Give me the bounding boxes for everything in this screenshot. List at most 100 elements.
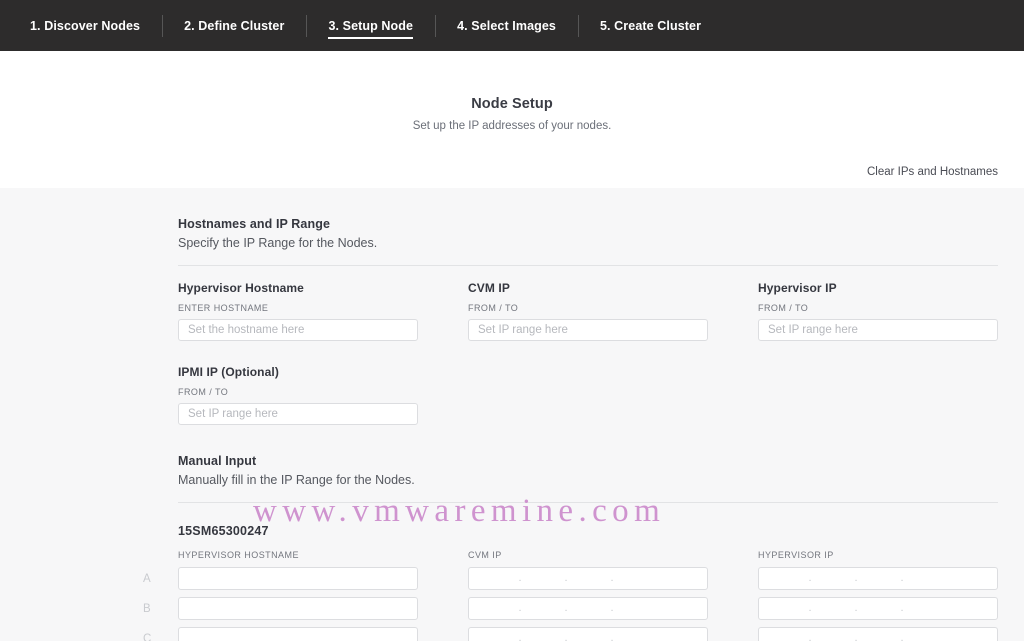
octet-1[interactable] (773, 628, 801, 641)
row-hypervisor-ip-input[interactable]: . . . (758, 567, 998, 590)
form-body: www.vmwaremine.com Hostnames and IP Rang… (0, 188, 1024, 641)
octet-separator: . (900, 572, 904, 584)
input-placeholder: Set IP range here (188, 408, 278, 420)
octet-4[interactable] (911, 628, 939, 641)
row-cvm-ip-input[interactable]: . . . (468, 597, 708, 620)
input-placeholder: Set IP range here (768, 324, 858, 336)
field-group-ipmi-ip: IPMI IP (Optional) FROM / TO Set IP rang… (178, 341, 998, 425)
wizard-step-label: 5. Create Cluster (599, 18, 702, 33)
input-placeholder: Set IP range here (478, 324, 568, 336)
wizard-step-label: 4. Select Images (457, 18, 556, 33)
octet-2[interactable] (819, 628, 847, 641)
octet-separator: . (518, 632, 522, 641)
wizard-nav: 1. Discover Nodes 2. Define Cluster 3. S… (0, 0, 1024, 51)
octet-separator: . (808, 632, 812, 641)
column-header-hypervisor-ip: HYPERVISOR IP (758, 550, 834, 560)
table-row: C . . . . . . (143, 627, 998, 641)
field-sublabel: FROM / TO (758, 303, 809, 313)
wizard-step-setup-node[interactable]: 3. Setup Node (306, 13, 435, 39)
octet-separator: . (610, 632, 614, 641)
field-sublabel: ENTER HOSTNAME (178, 303, 269, 313)
octet-2[interactable] (529, 598, 557, 619)
clear-ips-and-hostnames-button[interactable]: Clear IPs and Hostnames (867, 166, 998, 178)
octet-separator: . (564, 632, 568, 641)
octet-1[interactable] (483, 568, 511, 589)
field-sublabel: FROM / TO (468, 303, 519, 313)
row-cvm-ip-input[interactable]: . . . (468, 567, 708, 590)
octet-separator: . (518, 572, 522, 584)
octet-3[interactable] (575, 598, 603, 619)
hypervisor-hostname-input[interactable]: Set the hostname here (178, 319, 418, 341)
manual-input-section: Manual Input Manually fill in the IP Ran… (143, 425, 998, 641)
node-serial-number: 15SM65300247 (178, 524, 269, 538)
wizard-step-select-images[interactable]: 4. Select Images (435, 13, 578, 39)
table-row: A . . . . . . (143, 567, 998, 590)
field-title: CVM IP (468, 281, 510, 295)
row-letter: B (143, 602, 151, 615)
wizard-step-create-cluster[interactable]: 5. Create Cluster (577, 13, 723, 39)
octet-1[interactable] (483, 598, 511, 619)
octet-1[interactable] (773, 568, 801, 589)
wizard-step-label: 2. Define Cluster (184, 18, 285, 33)
octet-separator: . (900, 602, 904, 614)
field-title: Hypervisor IP (758, 281, 837, 295)
page-subtitle: Set up the IP addresses of your nodes. (412, 120, 612, 132)
octet-separator: . (900, 632, 904, 641)
row-letter: A (143, 572, 151, 585)
octet-separator: . (808, 572, 812, 584)
hypervisor-ip-range-input[interactable]: Set IP range here (758, 319, 998, 341)
table-row: B . . . . . . (143, 597, 998, 620)
octet-2[interactable] (529, 628, 557, 641)
octet-separator: . (518, 602, 522, 614)
octet-separator: . (854, 572, 858, 584)
wizard-step-label: 1. Discover Nodes (30, 18, 141, 33)
field-sublabel: FROM / TO (178, 387, 229, 397)
octet-4[interactable] (911, 568, 939, 589)
octet-2[interactable] (819, 598, 847, 619)
octet-1[interactable] (483, 628, 511, 641)
row-hypervisor-ip-input[interactable]: . . . (758, 597, 998, 620)
row-hypervisor-ip-input[interactable]: . . . (758, 627, 998, 641)
octet-3[interactable] (865, 628, 893, 641)
octet-separator: . (808, 602, 812, 614)
field-title: IPMI IP (Optional) (178, 365, 279, 379)
page-header: Node Setup Set up the IP addresses of yo… (0, 51, 1024, 188)
octet-1[interactable] (773, 598, 801, 619)
octet-4[interactable] (621, 628, 649, 641)
octet-4[interactable] (911, 598, 939, 619)
octet-3[interactable] (575, 568, 603, 589)
wizard-step-define-cluster[interactable]: 2. Define Cluster (162, 13, 306, 39)
octet-3[interactable] (575, 628, 603, 641)
octet-separator: . (854, 602, 858, 614)
wizard-step-discover-nodes[interactable]: 1. Discover Nodes (8, 13, 162, 39)
octet-separator: . (564, 602, 568, 614)
row-hostname-input[interactable] (178, 597, 418, 620)
form-content: Hostnames and IP Range Specify the IP Ra… (0, 188, 1024, 641)
cvm-ip-range-input[interactable]: Set IP range here (468, 319, 708, 341)
ipmi-ip-range-input[interactable]: Set IP range here (178, 403, 418, 425)
row-hostname-input[interactable] (178, 567, 418, 590)
manual-section-description: Manually fill in the IP Range for the No… (178, 473, 415, 487)
octet-3[interactable] (865, 568, 893, 589)
row-cvm-ip-input[interactable]: . . . (468, 627, 708, 641)
field-group-hypervisor-ip: Hypervisor IP FROM / TO Set IP range her… (758, 281, 998, 341)
input-placeholder: Set the hostname here (188, 324, 305, 336)
octet-separator: . (564, 572, 568, 584)
octet-2[interactable] (819, 568, 847, 589)
range-section-description: Specify the IP Range for the Nodes. (178, 236, 378, 250)
field-title: Hypervisor Hostname (178, 281, 304, 295)
manual-section-title: Manual Input (178, 454, 257, 468)
column-header-hostname: HYPERVISOR HOSTNAME (178, 550, 299, 560)
row-letter: C (143, 632, 152, 641)
octet-separator: . (610, 602, 614, 614)
octet-4[interactable] (621, 598, 649, 619)
octet-separator: . (854, 632, 858, 641)
octet-4[interactable] (621, 568, 649, 589)
field-group-cvm-ip: CVM IP FROM / TO Set IP range here (468, 281, 758, 341)
range-section-title: Hostnames and IP Range (178, 217, 331, 231)
column-header-cvm-ip: CVM IP (468, 550, 502, 560)
octet-2[interactable] (529, 568, 557, 589)
octet-3[interactable] (865, 598, 893, 619)
row-hostname-input[interactable] (178, 627, 418, 641)
page-title: Node Setup (471, 96, 553, 112)
